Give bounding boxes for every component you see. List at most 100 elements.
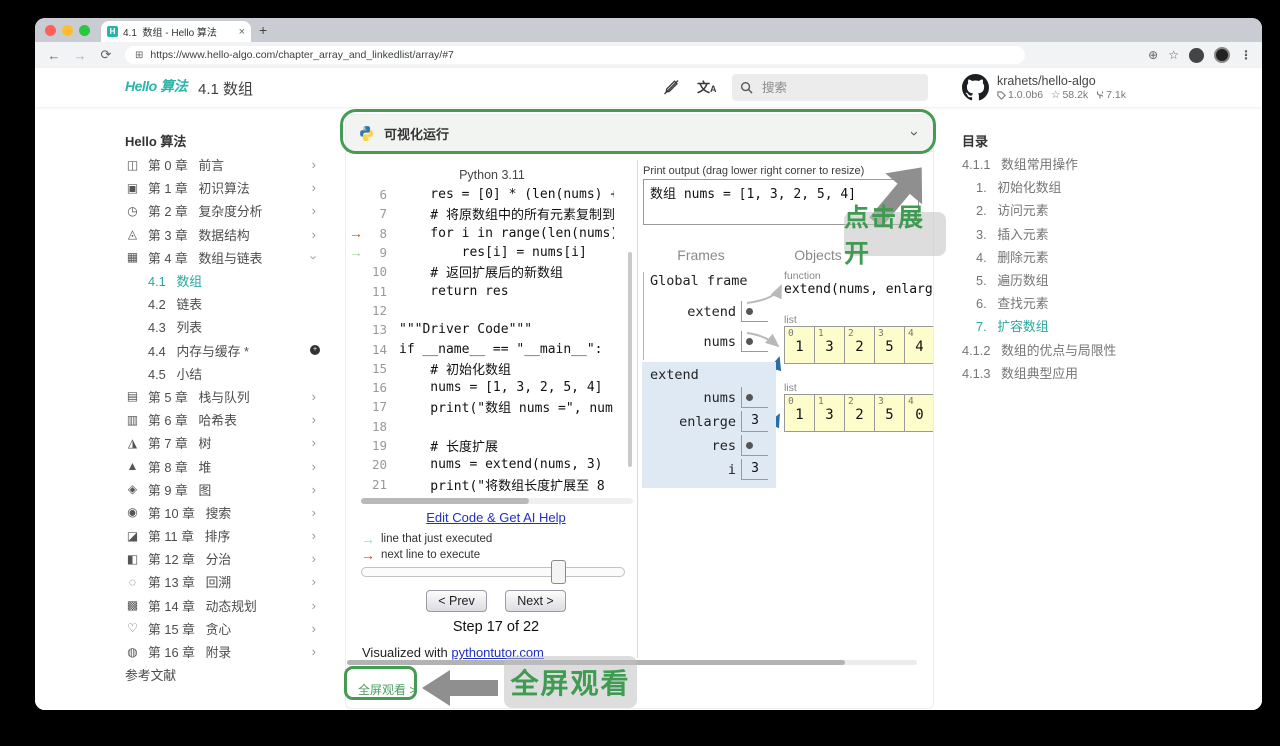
sidebar-item[interactable]: ◮ 第 7 章 树 › xyxy=(125,431,320,454)
chevron-right-icon: › xyxy=(311,551,316,567)
pythontutor-link[interactable]: pythontutor.com xyxy=(451,645,544,660)
sidebar-item[interactable]: ◌ 第 13 章 回溯 › xyxy=(125,570,320,593)
toc-item[interactable]: 4.1.1 数组常用操作 xyxy=(962,153,1172,176)
reload-icon[interactable]: ⟳ xyxy=(99,47,113,63)
toc-item[interactable]: 4.1.2 数组的优点与局限性 xyxy=(962,339,1172,362)
sidebar-item[interactable]: 4.3 列表 xyxy=(125,315,320,338)
bookmark-star-icon[interactable]: ☆ xyxy=(1168,48,1179,62)
panel-horizontal-scrollbar[interactable] xyxy=(347,660,917,665)
sidebar-item[interactable]: ◧ 第 12 章 分治 › xyxy=(125,547,320,570)
sidebar-item[interactable]: ◷ 第 2 章 复杂度分析 › xyxy=(125,199,320,222)
list-cell: 2 2 xyxy=(844,394,875,432)
sidebar-item[interactable]: ▤ 第 5 章 栈与队列 › xyxy=(125,385,320,408)
list-cell: 2 2 xyxy=(844,326,875,364)
line-number: 10 xyxy=(371,264,387,280)
search-input[interactable] xyxy=(760,79,904,96)
sidebar-item[interactable]: 4.4 内存与缓存 * + xyxy=(125,339,320,362)
variable-name: nums xyxy=(703,334,736,350)
execution-marker-icon: → xyxy=(349,224,363,241)
print-output-box[interactable]: 数组 nums = [1, 3, 2, 5, 4] xyxy=(643,179,919,225)
site-logo[interactable]: Hello 算法 xyxy=(125,76,188,96)
scrollbar-thumb[interactable] xyxy=(361,498,529,504)
page-zoom-icon[interactable]: ⊕ xyxy=(1148,48,1158,62)
sidebar-item[interactable]: ▦ 第 4 章 数组与链表 › xyxy=(125,246,322,269)
sidebar-item-label: 第 5 章 栈与队列 xyxy=(148,389,250,405)
profile-avatar[interactable] xyxy=(1214,47,1230,63)
sidebar-item[interactable]: ◍ 第 16 章 附录 › xyxy=(125,640,320,663)
sidebar-item[interactable]: ▲ 第 8 章 堆 › xyxy=(125,454,320,477)
site-settings-icon[interactable]: ⊞ xyxy=(135,50,143,61)
chevron-right-icon: › xyxy=(311,597,316,613)
toc: 目录 4.1.1 数组常用操作 1. 初始化数组 2. 访问元素 3. 插入元素… xyxy=(962,130,1172,385)
chevron-down-icon[interactable]: › xyxy=(906,131,923,136)
toc-item[interactable]: 7. 扩容数组 xyxy=(962,315,1172,338)
step-slider-track[interactable] xyxy=(361,567,625,577)
forward-icon[interactable]: → xyxy=(73,48,87,63)
back-icon[interactable]: ← xyxy=(47,48,61,63)
sidebar-site-title[interactable]: Hello 算法 xyxy=(125,130,320,153)
sidebar-item[interactable]: ◬ 第 3 章 数据结构 › xyxy=(125,223,320,246)
toc-item[interactable]: 6. 查找元素 xyxy=(962,292,1172,315)
new-tab-button[interactable]: + xyxy=(259,22,267,38)
sidebar-item[interactable]: 4.2 链表 xyxy=(125,292,320,315)
sidebar-item[interactable]: 参考文献 xyxy=(125,663,320,686)
global-frame-vars: extend nums xyxy=(646,292,768,352)
edit-code-link[interactable]: Edit Code & Get AI Help xyxy=(356,510,636,525)
book-icon: ◫ xyxy=(126,157,139,172)
search-box[interactable] xyxy=(732,74,928,101)
sidebar-item[interactable]: 4.1 数组 xyxy=(125,269,320,292)
code-line: → 9 res[i] = nums[i] xyxy=(346,243,636,262)
code-horizontal-scrollbar[interactable] xyxy=(361,498,633,504)
extensions-icon[interactable] xyxy=(1189,47,1204,63)
fullscreen-link[interactable]: 全屏观看 > xyxy=(358,681,416,698)
sidebar-item[interactable]: 4.5 小结 xyxy=(125,362,320,385)
toc-item-label: 1. 初始化数组 xyxy=(976,180,1062,196)
toc-item[interactable]: 3. 插入元素 xyxy=(962,223,1172,246)
code-vertical-scrollbar[interactable] xyxy=(628,252,632,467)
prev-button[interactable]: < Prev xyxy=(426,590,487,612)
github-repo-card[interactable]: krahets/hello-algo 1.0.0b6 ☆ 58.2k 7.1k xyxy=(962,71,1162,104)
scrollbar-thumb[interactable] xyxy=(347,660,845,665)
edit-toggle-icon[interactable] xyxy=(661,77,681,97)
code-line: 14 if __name__ == "__main__": xyxy=(346,339,636,358)
sidebar-item[interactable]: ♡ 第 15 章 贪心 › xyxy=(125,617,320,640)
code-line: 7 # 将原数组中的所有元素复制到新 xyxy=(346,204,636,223)
sidebar-item-label: 第 6 章 哈希表 xyxy=(148,413,237,429)
browser-menu-icon[interactable]: ⋮ xyxy=(1240,48,1252,62)
sidebar-item[interactable]: ▣ 第 1 章 初识算法 › xyxy=(125,176,320,199)
language-toggle-icon[interactable]: 文A xyxy=(697,77,717,96)
sidebar-item[interactable]: ▩ 第 14 章 动态规划 › xyxy=(125,594,320,617)
graph-icon: ◈ xyxy=(127,482,138,497)
list-cell: 0 1 xyxy=(784,394,815,432)
line-number: 17 xyxy=(371,399,387,415)
step-slider-thumb[interactable] xyxy=(551,560,566,584)
toc-item[interactable]: 1. 初始化数组 xyxy=(962,176,1172,199)
variable-value-cell xyxy=(741,301,768,322)
list2-type-label: list xyxy=(784,382,797,394)
sidebar-item[interactable]: ◪ 第 11 章 排序 › xyxy=(125,524,320,547)
sidebar-item[interactable]: ◉ 第 10 章 搜索 › xyxy=(125,501,320,524)
hourglass-icon: ◷ xyxy=(127,203,138,218)
next-button[interactable]: Next > xyxy=(505,590,566,612)
url-bar[interactable]: ⊞ https://www.hello-algo.com/chapter_arr… xyxy=(125,46,1025,64)
cell-index: 0 xyxy=(788,328,794,339)
sidebar-item[interactable]: ◈ 第 9 章 图 › xyxy=(125,478,320,501)
toc-item[interactable]: 4.1.3 数组典型应用 xyxy=(962,362,1172,385)
toc-item[interactable]: 5. 遍历数组 xyxy=(962,269,1172,292)
cell-value: 3 xyxy=(825,339,834,355)
tab-close-icon[interactable]: × xyxy=(239,26,245,38)
toc-item[interactable]: 2. 访问元素 xyxy=(962,199,1172,222)
sidebar-item-label: 第 1 章 初识算法 xyxy=(148,181,250,197)
window-close-button[interactable] xyxy=(45,25,56,36)
code-text: # 初始化数组 xyxy=(399,362,511,378)
panel-summary[interactable]: 可视化运行 › xyxy=(346,115,933,152)
tab-title: 4.1 数组 - Hello 算法 xyxy=(123,28,217,39)
window-minimize-button[interactable] xyxy=(62,25,73,36)
window-zoom-button[interactable] xyxy=(79,25,90,36)
sidebar-item[interactable]: ▥ 第 6 章 哈希表 › xyxy=(125,408,320,431)
code-text: nums = [1, 3, 2, 5, 4] xyxy=(399,380,603,396)
browser-tab[interactable]: H 4.1 数组 - Hello 算法 × xyxy=(101,21,251,42)
frame-variable-row: extend xyxy=(646,292,768,322)
sidebar-item[interactable]: ◫ 第 0 章 前言 › xyxy=(125,153,320,176)
toc-item[interactable]: 4. 删除元素 xyxy=(962,246,1172,269)
